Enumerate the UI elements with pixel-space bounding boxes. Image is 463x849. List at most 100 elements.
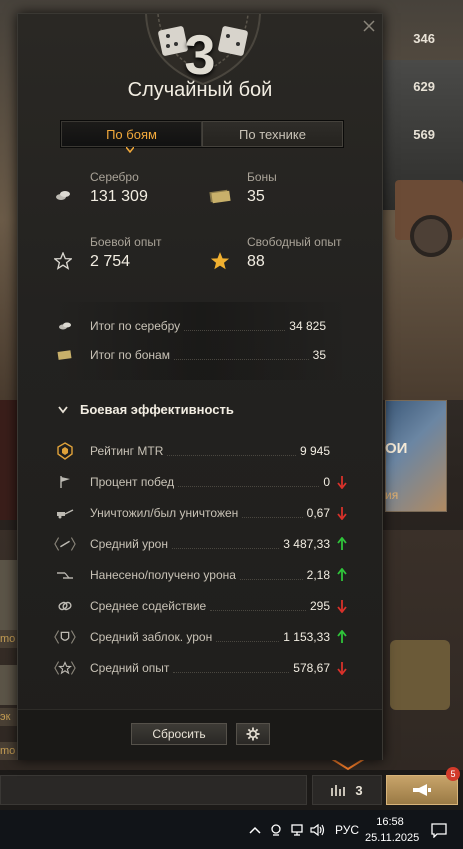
metric-row: Уничтожил/был уничтожен 0,67 [54,505,348,521]
clock[interactable]: 16:58 25.11.2025 [365,814,420,846]
totals-block [51,302,351,380]
star-outline-icon [54,252,72,270]
damage-icon [54,536,76,552]
assist-icon [54,598,76,614]
arrow-up-icon [337,568,347,581]
wheel-scenery [410,215,452,257]
metric-value: 2,18 [306,568,330,582]
promo-banner-title: ОИ [385,440,408,457]
free-xp-label: Свободный опыт [247,235,342,249]
caret-down-icon [126,147,134,153]
flag-icon [54,474,76,490]
metric-value: 0,67 [306,506,330,520]
kill-death-icon [54,505,76,521]
volume-icon[interactable] [308,810,329,849]
settings-button[interactable] [236,723,270,745]
efficiency-section-toggle[interactable]: Боевая эффективность [58,402,234,417]
trend-none [336,444,348,458]
arrow-up-icon [337,537,347,550]
total-bonds-row: Итог по бонам 35 [56,347,326,363]
metric-row: Процент побед 0 [54,474,348,490]
dotted-leader [173,664,290,673]
xp-icon [54,660,76,676]
tab-label: По технике [239,126,306,142]
close-button[interactable] [361,18,377,34]
tank-thumbnail[interactable] [0,665,18,705]
dotted-leader [242,509,303,518]
bg-stat: 629 [413,79,435,94]
star-gold-icon [210,252,230,270]
reset-button[interactable]: Сбросить [131,723,227,745]
blocked-damage-icon [54,629,76,645]
dotted-leader [167,447,296,456]
system-tray: РУС 16:58 25.11.2025 [245,810,463,849]
metric-row: Средний опыт 578,67 [54,660,348,676]
chat-input[interactable] [0,775,307,805]
metric-value: 1 153,33 [283,630,330,644]
total-bonds-label: Итог по бонам [90,348,170,362]
emblem-number: 3 [184,23,216,86]
promo-banner-subtitle: ия [385,488,399,502]
action-center-button[interactable] [415,810,463,849]
metric-label: Нанесено/получено урона [90,568,236,582]
truck-scenery [390,640,450,710]
free-xp-value: 88 [247,253,265,270]
speech-bubble-icon [431,822,447,838]
bg-stat: 346 [413,31,435,46]
notifications-button[interactable] [386,775,458,805]
bg-stat: 569 [413,127,435,142]
metric-row: Нанесено/получено урона 2,18 [54,567,348,583]
section-title: Боевая эффективность [80,402,234,417]
session-stats-button[interactable]: 3 [312,775,382,805]
metric-row: Рейтинг MTR 9 945 [54,442,348,460]
metric-value: 9 945 [299,444,330,458]
arrow-down-icon [337,476,347,489]
arrow-down-icon [337,600,347,613]
clock-date: 25.11.2025 [365,831,420,844]
tab-label: По боям [106,126,157,142]
dotted-leader [184,322,286,331]
battle-xp-label: Боевой опыт [90,235,162,249]
metric-row: Средний заблок. урон 1 153,33 [54,629,348,645]
clock-time: 16:58 [376,815,404,828]
tab-bar: По боям По технике [60,120,344,153]
notification-badge: 5 [446,767,460,781]
metric-row: Средний урон 3 487,33 [54,536,348,552]
tab-by-battles[interactable]: По боям [61,121,202,153]
metric-label: Среднее содействие [90,599,207,613]
arrow-down-icon [337,507,347,520]
arrow-up-icon [337,630,347,643]
silver-label: Серебро [90,170,139,184]
dotted-leader [216,633,280,642]
metric-label: Уничтожил/был уничтожен [90,506,239,520]
panel-title: Случайный бой [127,79,273,101]
bonds-icon [209,189,231,204]
dotted-leader [239,571,303,580]
silver-value: 131 309 [90,188,148,205]
metric-value: 3 487,33 [283,537,330,551]
close-icon [363,20,375,32]
network-icon[interactable] [287,810,308,849]
metric-row: Среднее содействие 295 [54,598,348,614]
camera-icon[interactable] [266,810,287,849]
total-silver-label: Итог по серебру [90,319,181,333]
language-indicator[interactable]: РУС [329,823,365,837]
total-bonds-value: 35 [312,348,326,362]
total-silver-row: Итог по серебру 34 825 [56,318,326,334]
tank-thumbnail[interactable] [0,560,18,630]
bonds-value: 35 [247,188,265,205]
mtr-rating-icon [54,442,76,460]
metric-value: 0 [323,475,330,489]
silver-icon [56,191,70,200]
chevron-up-icon[interactable] [245,810,266,849]
dotted-leader [210,602,306,611]
total-silver-value: 34 825 [289,319,326,333]
metric-label: Средний заблок. урон [90,630,213,644]
session-battle-count: 3 [355,782,363,798]
left-edge-panel [0,400,18,520]
tab-by-vehicles[interactable]: По технике [202,121,343,147]
metric-label: Рейтинг MTR [90,444,164,458]
dotted-leader [178,478,320,487]
battle-xp-value: 2 754 [90,253,131,270]
gear-icon [246,727,260,741]
